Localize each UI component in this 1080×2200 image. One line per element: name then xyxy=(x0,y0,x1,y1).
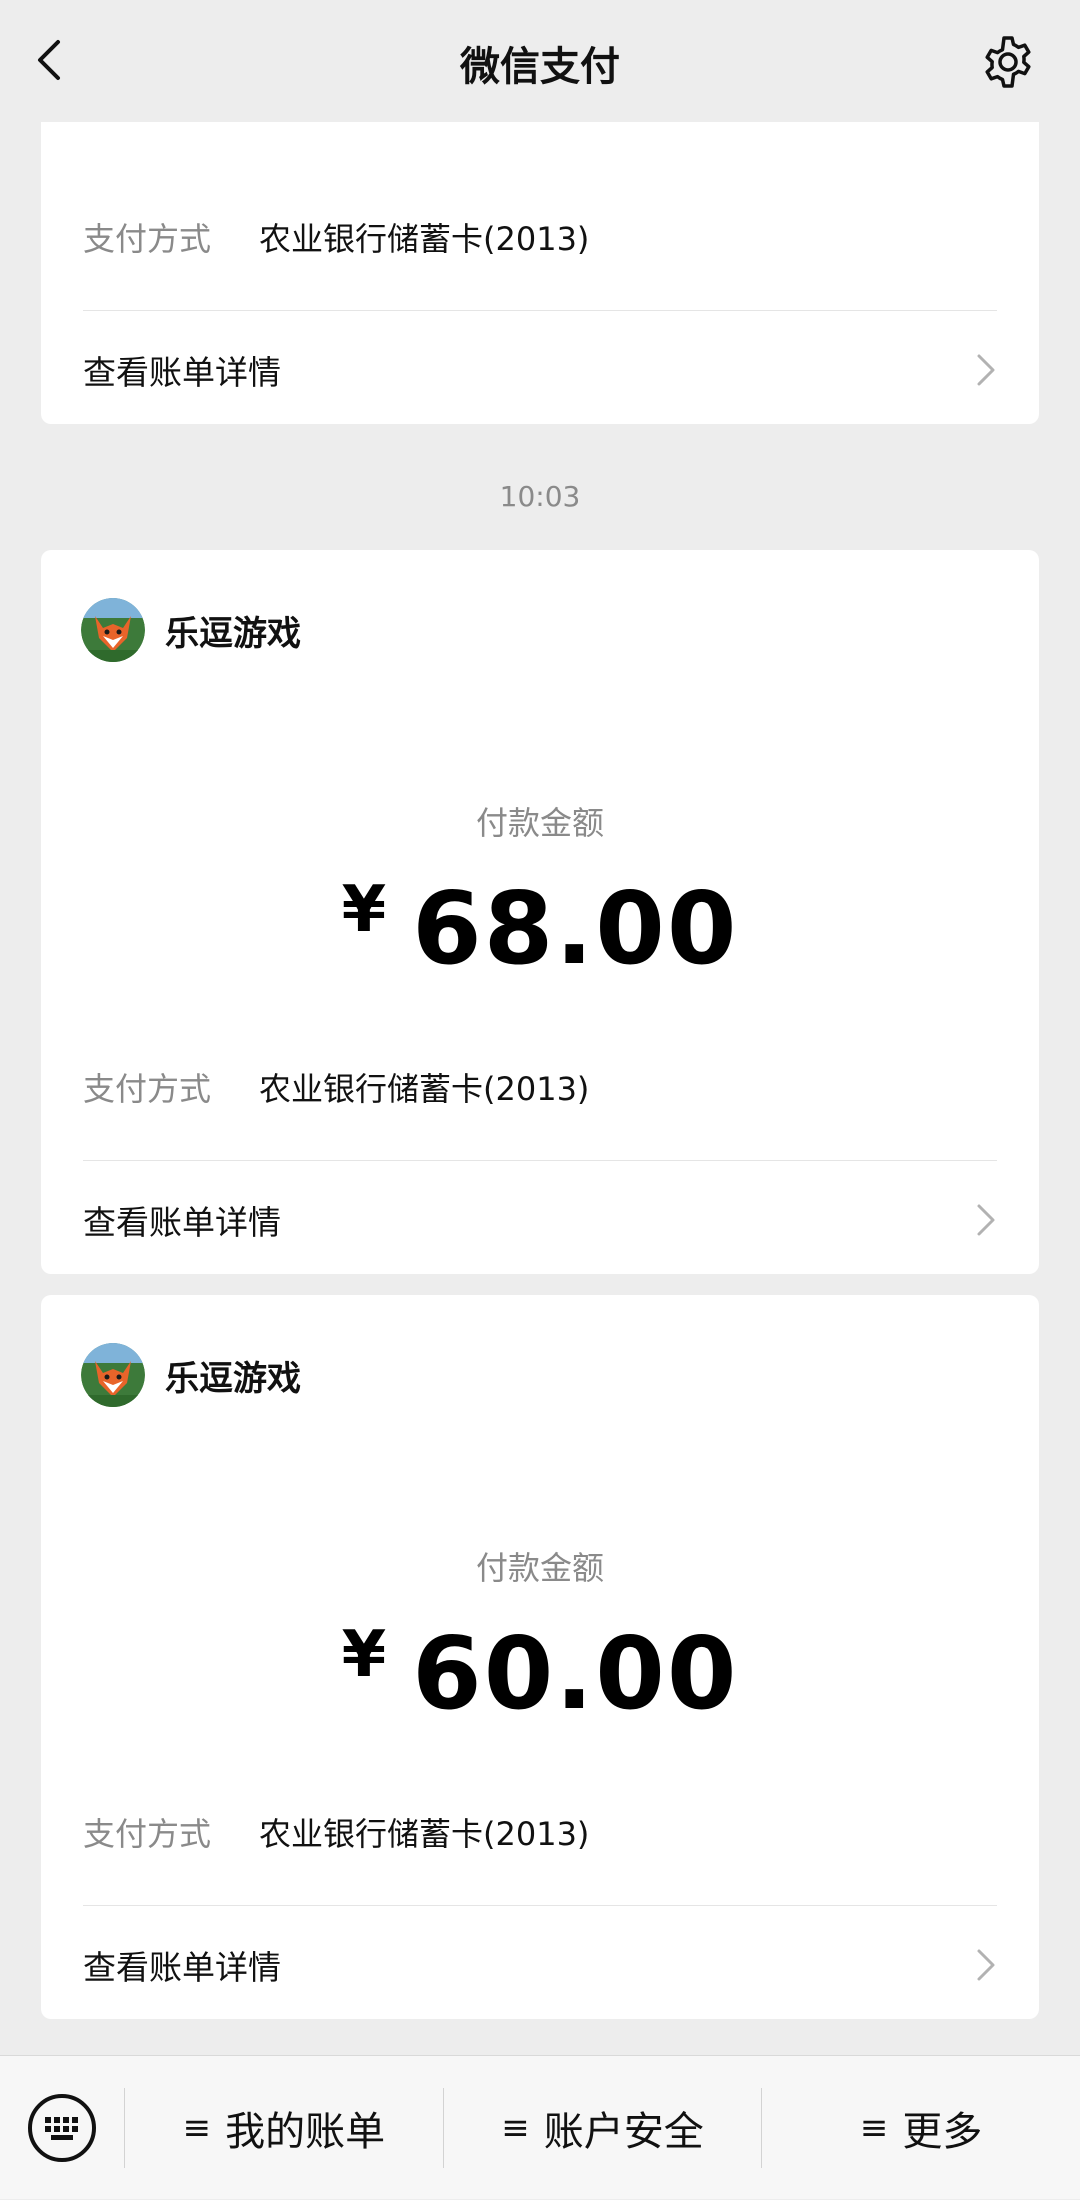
menu-account-security[interactable]: ≡ 账户安全 xyxy=(444,2056,762,2200)
currency-symbol: ¥ xyxy=(341,873,389,947)
menu-label: 账户安全 xyxy=(543,2108,704,2155)
keyboard-toggle-button[interactable] xyxy=(0,2056,124,2200)
menu-list-icon: ≡ xyxy=(501,2107,530,2148)
view-bill-detail-row[interactable]: 查看账单详情 xyxy=(83,1190,997,1250)
pay-method-label: 支付方式 xyxy=(83,1070,212,1108)
fox-avatar-icon xyxy=(81,1343,145,1407)
payment-card: 乐逗游戏 付款金额 ¥68.00 支付方式 农业银行储蓄卡(2013) 查看账单… xyxy=(41,550,1039,1274)
fox-avatar-icon xyxy=(81,598,145,662)
menu-my-bills[interactable]: ≡ 我的账单 xyxy=(125,2056,443,2200)
menu-list-icon: ≡ xyxy=(859,2107,889,2148)
bottom-menu-bar: ≡ 我的账单 ≡ 账户安全 ≡ 更多 xyxy=(0,2055,1080,2199)
message-time: 10:03 xyxy=(499,480,581,513)
menu-label: 我的账单 xyxy=(225,2108,386,2155)
merchant-avatar xyxy=(81,1343,145,1407)
top-bar: 微信支付 xyxy=(0,0,1080,122)
pay-method-row: 支付方式 农业银行储蓄卡(2013) xyxy=(83,1064,589,1110)
pay-method-row: 支付方式 农业银行储蓄卡(2013) xyxy=(83,214,589,260)
keyboard-icon xyxy=(28,2093,96,2162)
payment-card: 乐逗游戏 付款金额 ¥60.00 支付方式 农业银行储蓄卡(2013) 查看账单… xyxy=(41,1295,1039,2019)
payment-card-previous: 支付方式 农业银行储蓄卡(2013) 查看账单详情 xyxy=(41,122,1039,424)
amount-label: 付款金额 xyxy=(475,804,604,842)
pay-method-label: 支付方式 xyxy=(83,220,212,258)
menu-list-icon: ≡ xyxy=(182,2107,212,2148)
merchant-header[interactable]: 乐逗游戏 xyxy=(81,598,301,662)
merchant-header[interactable]: 乐逗游戏 xyxy=(81,1343,301,1407)
amount-value: 68.00 xyxy=(412,870,739,987)
pay-method-value: 农业银行储蓄卡(2013) xyxy=(259,220,590,258)
pay-method-value: 农业银行储蓄卡(2013) xyxy=(259,1070,590,1108)
settings-button[interactable] xyxy=(980,34,1036,90)
pay-method-value: 农业银行储蓄卡(2013) xyxy=(259,1815,590,1853)
chevron-right-icon xyxy=(977,1949,995,1981)
chevron-right-icon xyxy=(977,354,995,386)
view-bill-detail-label: 查看账单详情 xyxy=(83,1203,281,1242)
chevron-right-icon xyxy=(977,1204,995,1236)
view-bill-detail-label: 查看账单详情 xyxy=(83,1948,281,1987)
view-bill-detail-label: 查看账单详情 xyxy=(83,353,281,392)
pay-method-row: 支付方式 农业银行储蓄卡(2013) xyxy=(83,1809,589,1855)
payment-amount: ¥60.00 xyxy=(41,1615,1039,1732)
payment-amount: ¥68.00 xyxy=(41,870,1039,987)
merchant-name: 乐逗游戏 xyxy=(165,1358,301,1399)
amount-value: 60.00 xyxy=(412,1615,739,1732)
divider xyxy=(83,1905,997,1906)
page-title: 微信支付 xyxy=(460,44,620,90)
merchant-avatar xyxy=(81,598,145,662)
pay-method-label: 支付方式 xyxy=(83,1815,212,1853)
currency-symbol: ¥ xyxy=(341,1618,389,1692)
divider xyxy=(83,1160,997,1161)
divider xyxy=(83,310,997,311)
amount-label: 付款金额 xyxy=(475,1549,604,1587)
view-bill-detail-row[interactable]: 查看账单详情 xyxy=(83,340,997,400)
menu-more[interactable]: ≡ 更多 xyxy=(762,2056,1080,2200)
menu-label: 更多 xyxy=(902,2108,983,2155)
view-bill-detail-row[interactable]: 查看账单详情 xyxy=(83,1935,997,1995)
gear-icon xyxy=(985,36,1031,88)
merchant-name: 乐逗游戏 xyxy=(165,613,301,654)
